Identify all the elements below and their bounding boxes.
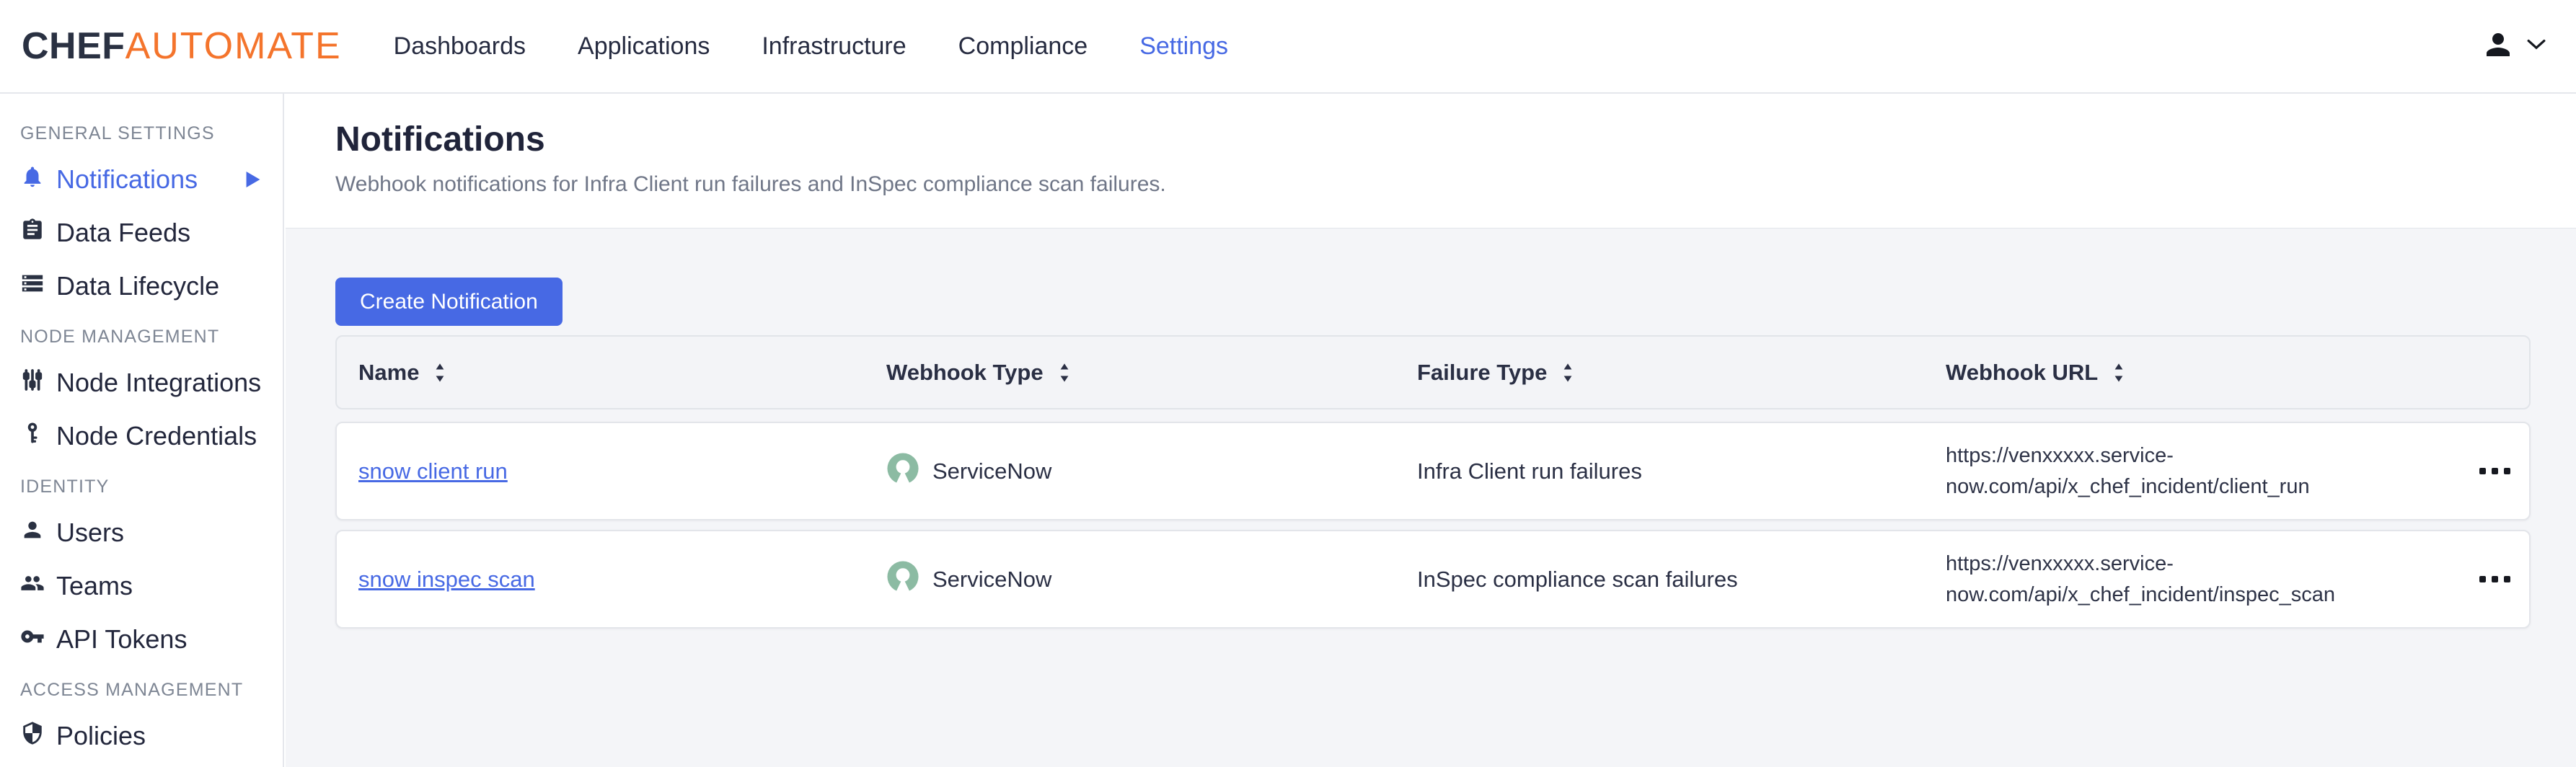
main-nav: Dashboards Applications Infrastructure C… [394,32,1228,61]
table-header: Name Webhook Type Failure Type Webhook U… [335,335,2531,409]
column-header-name: Name [358,360,886,386]
user-avatar-icon [2481,27,2515,66]
webhook-type-label: ServiceNow [932,567,1051,593]
sidebar-item-label: Data Feeds [56,218,190,248]
content-panel: Create Notification Name Webhook Type Fa… [286,228,2576,767]
notification-link[interactable]: snow client run [358,458,508,484]
bell-icon [20,164,45,195]
servicenow-icon [886,452,919,491]
cell-name: snow client run [358,458,886,484]
column-label: Webhook Type [886,360,1044,386]
people-icon [20,571,45,602]
chevron-down-icon [2527,39,2546,54]
cell-name: snow inspec scan [358,567,886,593]
sidebar-item-data-lifecycle[interactable]: Data Lifecycle [0,260,283,313]
cell-webhook-type: ServiceNow [886,452,1417,491]
sidebar-item-label: Policies [56,721,146,751]
sidebar-item-api-tokens[interactable]: API Tokens [0,613,283,666]
table-row: snow inspec scan ServiceNow InSpec compl… [335,530,2531,629]
table-row: snow client run ServiceNow Infra Client … [335,422,2531,520]
nav-infrastructure[interactable]: Infrastructure [762,32,906,60]
key-icon [20,421,45,452]
column-label: Name [358,360,419,386]
sort-arrows-icon[interactable] [433,362,446,384]
sidebar-item-node-integrations[interactable]: Node Integrations [0,356,283,409]
sidebar-item-users[interactable]: Users [0,506,283,559]
nav-dashboards[interactable]: Dashboards [394,32,526,60]
cell-webhook-url: https://venxxxxx.service-now.com/api/x_c… [1946,440,2460,501]
column-header-webhook-type: Webhook Type [886,360,1417,386]
right-triangle-icon [245,170,261,189]
notification-link[interactable]: snow inspec scan [358,567,535,592]
sort-arrows-icon[interactable] [2112,362,2125,384]
sidebar-item-policies[interactable]: Policies [0,709,283,763]
cell-failure-type: Infra Client run failures [1417,458,1946,484]
sidebar-item-label: API Tokens [56,624,187,655]
logo-automate: AUTOMATE [125,25,342,67]
nav-settings[interactable]: Settings [1139,32,1228,60]
sort-arrows-icon[interactable] [1561,362,1574,384]
sidebar-heading-node-management: NODE MANAGEMENT [20,326,283,347]
sidebar-item-label: Node Credentials [56,421,257,451]
vpn-key-icon [20,624,45,655]
servicenow-icon [886,560,919,599]
cell-webhook-type: ServiceNow [886,560,1417,599]
page-header: Notifications Webhook notifications for … [286,94,2576,228]
sort-arrows-icon[interactable] [1058,362,1071,384]
sidebar-item-teams[interactable]: Teams [0,559,283,613]
sidebar-item-node-credentials[interactable]: Node Credentials [0,409,283,463]
shield-icon [20,721,45,752]
column-label: Failure Type [1417,360,1547,386]
sidebar-heading-access-management: ACCESS MANAGEMENT [20,679,283,701]
top-nav: CHEFAUTOMATE Dashboards Applications Inf… [0,0,2576,94]
nav-applications[interactable]: Applications [578,32,710,60]
column-header-webhook-url: Webhook URL [1946,360,2460,386]
settings-sidebar: GENERAL SETTINGS Notifications Data Feed… [0,94,284,767]
sidebar-item-label: Notifications [56,164,198,195]
page-description: Webhook notifications for Infra Client r… [335,172,2576,197]
sidebar-item-data-feeds[interactable]: Data Feeds [0,206,283,260]
sidebar-heading-general-settings: GENERAL SETTINGS [20,123,283,144]
sidebar-item-label: Teams [56,571,133,601]
sidebar-heading-identity: IDENTITY [20,476,283,497]
clipboard-icon [20,218,45,249]
storage-icon [20,271,45,302]
page-title: Notifications [335,120,2576,159]
user-menu[interactable] [2481,27,2546,66]
column-label: Webhook URL [1946,360,2098,386]
sliders-icon [20,368,45,399]
ellipsis-icon[interactable] [2460,468,2529,474]
webhook-type-label: ServiceNow [932,458,1051,484]
sidebar-item-label: Data Lifecycle [56,271,219,301]
sidebar-item-notifications[interactable]: Notifications [0,153,283,206]
create-notification-button[interactable]: Create Notification [335,278,563,326]
cell-failure-type: InSpec compliance scan failures [1417,567,1946,593]
chef-automate-logo[interactable]: CHEFAUTOMATE [22,25,342,68]
ellipsis-icon[interactable] [2460,576,2529,582]
cell-webhook-url: https://venxxxxx.service-now.com/api/x_c… [1946,549,2460,609]
nav-compliance[interactable]: Compliance [958,32,1088,60]
person-icon [20,518,45,549]
sidebar-item-label: Users [56,518,124,548]
column-header-failure-type: Failure Type [1417,360,1946,386]
sidebar-item-label: Node Integrations [56,368,261,398]
logo-chef: CHEF [22,25,125,67]
